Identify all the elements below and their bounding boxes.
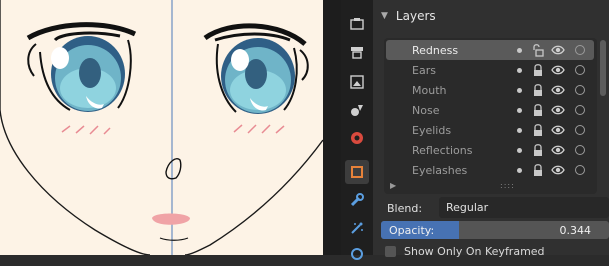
mask-icon[interactable] bbox=[575, 85, 585, 95]
eye-icon[interactable] bbox=[551, 124, 565, 139]
layer-row-redness[interactable]: Redness bbox=[386, 40, 594, 60]
show-only-on-keyframed-label[interactable]: Show Only On Keyframed bbox=[404, 245, 545, 258]
layer-row-ears[interactable]: Ears bbox=[386, 60, 594, 80]
eye-icon[interactable] bbox=[551, 144, 565, 159]
layer-list[interactable]: Redness Ears Mouth Nose Eyelids Reflecti… bbox=[384, 38, 597, 194]
mask-icon[interactable] bbox=[575, 145, 585, 155]
properties-tab-strip bbox=[341, 0, 373, 260]
particles-icon[interactable] bbox=[345, 216, 369, 240]
layer-name[interactable]: Reflections bbox=[412, 144, 472, 157]
layer-row-eyelashes[interactable]: Eyelashes bbox=[386, 160, 594, 180]
eye-icon[interactable] bbox=[551, 84, 565, 99]
blend-mode-value: Regular bbox=[446, 201, 489, 214]
layer-name[interactable]: Eyelids bbox=[412, 124, 451, 137]
lock-icon[interactable] bbox=[532, 83, 544, 100]
expand-triangle-icon[interactable]: ▶ bbox=[390, 181, 396, 190]
show-only-on-keyframed-checkbox[interactable] bbox=[385, 246, 396, 257]
left-eye bbox=[26, 22, 137, 135]
tool-icon[interactable] bbox=[345, 12, 369, 36]
output-icon[interactable] bbox=[345, 70, 369, 94]
blend-mode-select[interactable]: Regular bbox=[439, 197, 609, 218]
eye-icon[interactable] bbox=[551, 64, 565, 79]
lock-icon[interactable] bbox=[532, 123, 544, 140]
view-layer-icon[interactable] bbox=[345, 98, 369, 122]
onion-skin-icon[interactable] bbox=[517, 88, 522, 93]
eye-icon[interactable] bbox=[551, 164, 565, 179]
mask-icon[interactable] bbox=[575, 165, 585, 175]
collapse-arrow-icon[interactable]: ▼ bbox=[381, 11, 388, 21]
lock-icon[interactable] bbox=[532, 143, 544, 160]
eye-icon[interactable] bbox=[551, 104, 565, 119]
right-eye bbox=[203, 23, 309, 134]
lock-icon[interactable] bbox=[532, 163, 544, 180]
opacity-value: 0.344 bbox=[559, 224, 592, 237]
blend-label: Blend: bbox=[387, 202, 423, 215]
resize-grip-icon[interactable]: :::: bbox=[500, 181, 515, 190]
lock-icon[interactable] bbox=[532, 103, 544, 120]
scrollbar[interactable] bbox=[600, 40, 606, 96]
layer-row-reflections[interactable]: Reflections bbox=[386, 140, 594, 160]
scene-icon[interactable] bbox=[345, 126, 369, 150]
layer-row-mouth[interactable]: Mouth bbox=[386, 80, 594, 100]
layer-name[interactable]: Eyelashes bbox=[412, 164, 467, 177]
physics-icon[interactable] bbox=[345, 242, 369, 266]
viewport-canvas[interactable] bbox=[0, 0, 323, 255]
onion-skin-icon[interactable] bbox=[517, 148, 522, 153]
mask-icon[interactable] bbox=[575, 45, 585, 55]
onion-skin-icon[interactable] bbox=[517, 48, 522, 53]
layers-panel-header[interactable]: ▼ Layers bbox=[373, 0, 609, 32]
area-divider[interactable] bbox=[323, 0, 341, 255]
layer-row-eyelids[interactable]: Eyelids bbox=[386, 120, 594, 140]
onion-skin-icon[interactable] bbox=[517, 128, 522, 133]
opacity-label: Opacity: bbox=[389, 224, 435, 237]
onion-skin-icon[interactable] bbox=[517, 168, 522, 173]
layer-name[interactable]: Mouth bbox=[412, 84, 446, 97]
mask-icon[interactable] bbox=[575, 125, 585, 135]
layer-name[interactable]: Redness bbox=[412, 44, 458, 57]
panel-title: Layers bbox=[395, 9, 436, 23]
onion-skin-icon[interactable] bbox=[517, 68, 522, 73]
mask-icon[interactable] bbox=[575, 105, 585, 115]
mask-icon[interactable] bbox=[575, 65, 585, 75]
render-icon[interactable] bbox=[345, 40, 369, 64]
layers-panel: ▼ Layers Redness Ears Mouth Nose Eyelids… bbox=[373, 0, 609, 258]
layer-name[interactable]: Ears bbox=[412, 64, 436, 77]
layer-name[interactable]: Nose bbox=[412, 104, 439, 117]
eye-icon[interactable] bbox=[551, 44, 565, 59]
lock-icon[interactable] bbox=[532, 63, 544, 80]
unlocked-icon[interactable] bbox=[532, 43, 544, 60]
opacity-slider[interactable]: Opacity: 0.344 bbox=[381, 221, 609, 239]
object-icon[interactable] bbox=[345, 160, 369, 184]
modifier-icon[interactable] bbox=[345, 188, 369, 212]
onion-skin-icon[interactable] bbox=[517, 108, 522, 113]
layer-row-nose[interactable]: Nose bbox=[386, 100, 594, 120]
